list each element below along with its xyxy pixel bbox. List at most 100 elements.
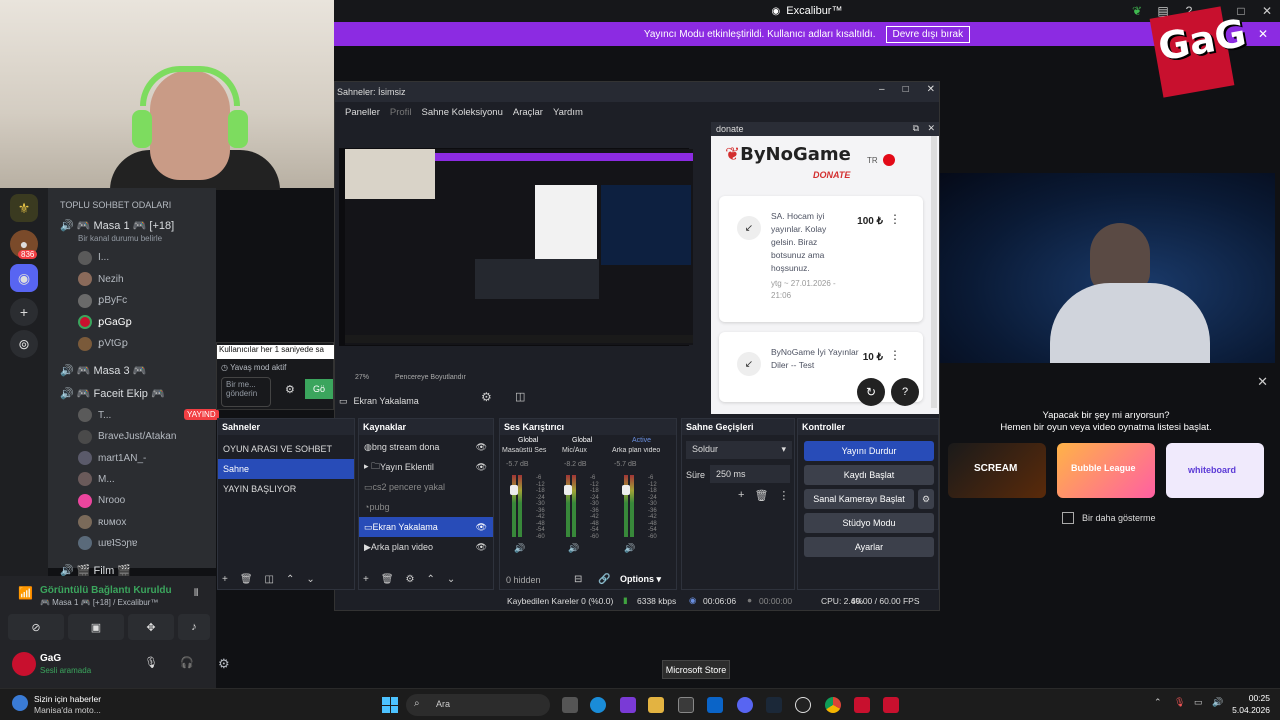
microsoft-store-icon[interactable] bbox=[678, 697, 694, 713]
mic-tray-icon[interactable]: 🎙 bbox=[1174, 697, 1185, 708]
channel-name[interactable]: Masaüstü Ses bbox=[502, 447, 558, 454]
undock-icon[interactable]: ⧉ bbox=[913, 123, 919, 134]
obs-preview[interactable] bbox=[339, 148, 693, 346]
voice-user[interactable]: BraveJust/Atakan bbox=[98, 431, 176, 442]
voice-user[interactable]: ɯɐʇSɔɲɐ bbox=[98, 538, 137, 549]
move-down-icon[interactable]: ⌄ bbox=[447, 574, 455, 585]
obs-icon[interactable] bbox=[795, 697, 811, 713]
waveform-icon[interactable]: ⫴ bbox=[194, 588, 198, 599]
more-icon[interactable]: ⋮ bbox=[778, 489, 789, 502]
file-explorer-icon[interactable] bbox=[648, 697, 664, 713]
obs-maximize-button[interactable]: □ bbox=[903, 84, 909, 95]
close-suggestion-icon[interactable]: ✕ bbox=[1257, 374, 1268, 390]
mixer-layout-icon[interactable]: ⊟ bbox=[574, 574, 582, 585]
transition-select[interactable]: Soldur ▾ bbox=[686, 441, 792, 459]
activities-button[interactable]: ✥ bbox=[128, 614, 174, 640]
clock-date[interactable]: 5.04.2026 bbox=[1226, 705, 1270, 715]
volume-fader[interactable] bbox=[622, 485, 630, 495]
user-settings-icon[interactable]: ⚙ bbox=[218, 656, 230, 672]
voice-channel-faceit[interactable]: 🔊 🎮 Faceit Ekip 🎮 bbox=[60, 387, 165, 400]
dont-show-label[interactable]: Bir daha gösterme bbox=[1082, 513, 1156, 523]
volume-fader[interactable] bbox=[510, 485, 518, 495]
soundboard-button[interactable]: ♪ bbox=[178, 614, 210, 640]
voice-user[interactable]: M... bbox=[98, 474, 115, 485]
scrollbar[interactable] bbox=[931, 136, 937, 408]
help-button[interactable]: ? bbox=[891, 378, 919, 406]
visible-icon[interactable]: 👁 bbox=[476, 542, 487, 553]
source-item[interactable]: ▸ 🗀 Yayın Eklentil 👁 bbox=[359, 457, 493, 477]
source-item[interactable]: ▭ cs2 pencere yakal bbox=[359, 477, 493, 497]
close-dock-icon[interactable]: ✕ bbox=[927, 123, 935, 134]
channel-name[interactable]: Mic/Aux bbox=[562, 447, 614, 454]
add-scene-icon[interactable]: + bbox=[222, 574, 228, 585]
tray-expand-icon[interactable]: ⌃ bbox=[1154, 697, 1162, 708]
source-properties-icon[interactable]: ⚙ bbox=[481, 390, 492, 404]
app-red-icon[interactable] bbox=[883, 697, 899, 713]
source-item[interactable]: ▭ Ekran Yakalama 👁 bbox=[359, 517, 493, 537]
voice-user[interactable]: ꝑVtGꝑ bbox=[98, 338, 128, 349]
language-label[interactable]: TR bbox=[867, 156, 878, 165]
visible-icon[interactable]: 👁 bbox=[476, 442, 487, 453]
close-button[interactable]: ✕ bbox=[1254, 0, 1280, 22]
studio-mode-button[interactable]: Stüdyo Modu bbox=[804, 513, 934, 533]
leaf-icon[interactable]: ❦ bbox=[1124, 0, 1150, 22]
add-source-icon[interactable]: + bbox=[363, 574, 369, 585]
news-title[interactable]: Sizin için haberler bbox=[34, 694, 101, 704]
discord-home-icon[interactable]: ◉ bbox=[10, 264, 38, 292]
source-item[interactable]: ▶ Arka plan video 👁 bbox=[359, 537, 493, 557]
game-thumbnail[interactable]: whiteboard bbox=[1166, 443, 1264, 498]
microphone-icon[interactable]: 🎙 bbox=[144, 656, 158, 669]
game-thumbnail[interactable]: Bubble League bbox=[1057, 443, 1155, 498]
volume-fader[interactable] bbox=[564, 485, 572, 495]
explore-icon[interactable]: ⊚ bbox=[10, 330, 38, 358]
more-icon[interactable]: ⋮ bbox=[889, 212, 901, 226]
turkey-flag-icon[interactable] bbox=[883, 154, 895, 166]
voice-user[interactable]: ꝑBуFᴄ bbox=[98, 295, 127, 306]
discord-icon[interactable] bbox=[737, 697, 753, 713]
news-icon[interactable] bbox=[12, 695, 28, 711]
dont-show-checkbox[interactable] bbox=[1062, 512, 1074, 524]
voice-user[interactable]: ꝑGaGꝑ bbox=[98, 317, 132, 328]
voice-status[interactable]: Görüntülü Bağlantı Kuruldu bbox=[40, 585, 172, 596]
voice-user[interactable]: mart1AN_- bbox=[98, 453, 146, 464]
remove-transition-icon[interactable]: 🗑 bbox=[754, 489, 768, 502]
clock-time[interactable]: 00:25 bbox=[1236, 693, 1270, 703]
scene-filters-icon[interactable]: ◫ bbox=[265, 574, 274, 585]
menu-profile[interactable]: Profil bbox=[390, 107, 412, 118]
news-sub[interactable]: Manisa'da moto... bbox=[34, 705, 101, 715]
send-button[interactable]: Gö bbox=[305, 379, 333, 399]
steam-icon[interactable] bbox=[766, 697, 782, 713]
channel-name[interactable]: Arka plan video bbox=[612, 447, 678, 454]
app-red-icon[interactable] bbox=[854, 697, 870, 713]
source-filters-icon[interactable]: ◫ bbox=[515, 390, 525, 403]
game-thumbnail[interactable]: SCREAM bbox=[948, 443, 1046, 498]
options-dropdown[interactable]: Options ▾ bbox=[620, 574, 661, 585]
source-settings-icon[interactable]: ⚙ bbox=[406, 574, 415, 585]
voice-channel-path[interactable]: 🎮 Masa 1 🎮 [+18] / Excalibur™ bbox=[40, 598, 158, 607]
server-excalibur-icon[interactable]: ⚜ bbox=[10, 194, 38, 222]
voice-channel-masa3[interactable]: 🔊 🎮 Masa 3 🎮 bbox=[60, 364, 146, 377]
avatar[interactable] bbox=[12, 652, 36, 676]
channel-status[interactable]: Bir kanal durumu belirle bbox=[78, 234, 162, 243]
outlook-icon[interactable] bbox=[707, 697, 723, 713]
scene-item[interactable]: Sahne bbox=[218, 459, 354, 479]
voice-user[interactable]: T... bbox=[98, 410, 111, 421]
start-recording-button[interactable]: Kaydı Başlat bbox=[804, 465, 934, 485]
settings-icon[interactable]: ⚙ bbox=[285, 383, 295, 396]
remove-source-icon[interactable]: 🗑 bbox=[381, 574, 394, 585]
menu-scene-collection[interactable]: Sahne Koleksiyonu bbox=[422, 107, 503, 118]
office-icon[interactable] bbox=[620, 697, 636, 713]
voice-user[interactable]: Nezih bbox=[98, 274, 124, 285]
link-icon[interactable]: 🔗 bbox=[598, 574, 610, 585]
message-input[interactable]: Bir me... gönderin bbox=[221, 377, 271, 407]
visible-icon[interactable]: 👁 bbox=[476, 462, 487, 473]
voice-user[interactable]: ʀᴜᴍᴏx bbox=[98, 517, 126, 528]
task-view-icon[interactable] bbox=[562, 697, 578, 713]
move-up-icon[interactable]: ⌃ bbox=[427, 574, 435, 585]
stop-streaming-button[interactable]: Yayını Durdur bbox=[804, 441, 934, 461]
edge-icon[interactable] bbox=[590, 697, 606, 713]
fit-window-label[interactable]: Pencereye Boyutlandır bbox=[395, 374, 466, 381]
voice-user[interactable]: Nrooo bbox=[98, 495, 125, 506]
refresh-button[interactable]: ↻ bbox=[857, 378, 885, 406]
camera-off-button[interactable]: ⊘ bbox=[8, 614, 64, 640]
